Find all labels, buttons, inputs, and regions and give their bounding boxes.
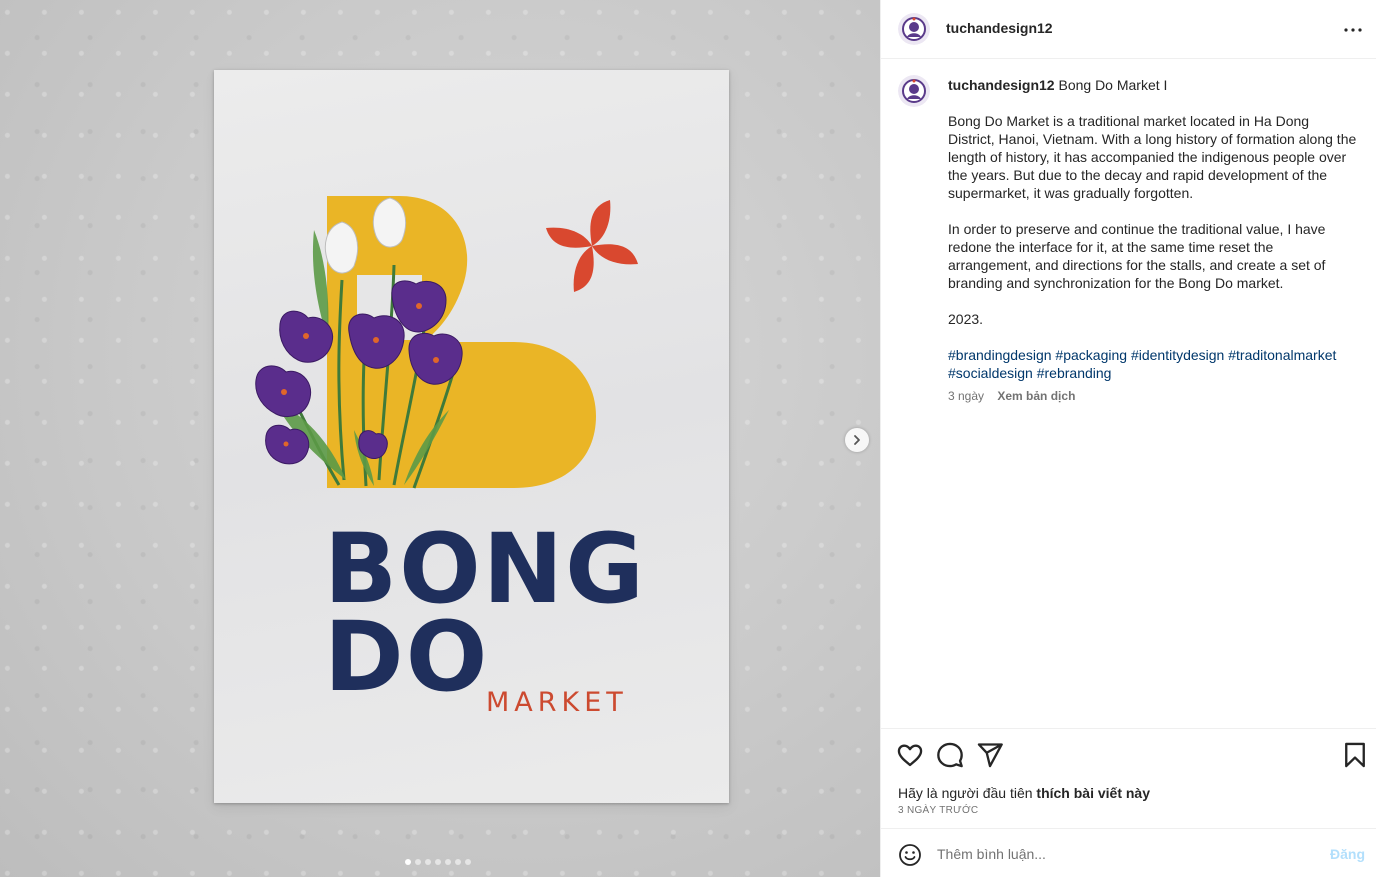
hashtag-link[interactable]: #identitydesign [1131, 347, 1224, 363]
poster-title-line-1: BONG [324, 513, 646, 625]
post-actions: Hãy là người đầu tiên thích bài viết này… [881, 728, 1376, 828]
caption-year: 2023. [948, 311, 984, 327]
caption-username[interactable]: tuchandesign12 [948, 77, 1055, 93]
avatar-image [898, 13, 930, 45]
carousel-dot [405, 859, 411, 865]
post-date[interactable]: 3 NGÀY TRƯỚC [898, 805, 978, 816]
red-flower-mark [546, 200, 638, 292]
comment-icon [937, 742, 963, 768]
poster-subtitle: MARKET [486, 687, 628, 718]
save-button[interactable] [1341, 741, 1369, 769]
send-icon [977, 743, 1003, 768]
carousel-dot [425, 859, 431, 865]
bookmark-icon [1345, 742, 1365, 768]
emoji-icon [899, 844, 921, 866]
likes-link[interactable]: thích bài viết này [1036, 785, 1150, 801]
hashtag-link[interactable]: #rebranding [1037, 365, 1112, 381]
carousel-dot [455, 859, 461, 865]
avatar-image [898, 75, 930, 107]
likes-prefix: Hãy là người đầu tiên [898, 785, 1033, 801]
caption-meta: 3 ngày Xem bản dịch [948, 389, 1075, 403]
caption-paragraph-1: Bong Do Market is a traditional market l… [948, 113, 1357, 201]
avatar[interactable] [898, 13, 930, 45]
carousel-next-button[interactable] [845, 428, 869, 452]
caption-text: tuchandesign12 Bong Do Market I Bong Do … [948, 76, 1358, 382]
hashtag-list: #brandingdesign #packaging #identitydesi… [948, 346, 1358, 382]
post-media[interactable]: BONG DO MARKET [0, 0, 880, 877]
hashtag-link[interactable]: #traditonalmarket [1228, 347, 1336, 363]
caption-section: tuchandesign12 Bong Do Market I Bong Do … [881, 59, 1376, 728]
likes-summary: Hãy là người đầu tiên thích bài viết này [898, 785, 1150, 801]
emoji-button[interactable] [898, 843, 922, 867]
poster-title: BONG DO [324, 513, 684, 705]
caption-title: Bong Do Market I [1058, 77, 1168, 93]
caption-time[interactable]: 3 ngày [948, 389, 984, 403]
hashtag-link[interactable]: #packaging [1055, 347, 1127, 363]
comment-button[interactable] [936, 741, 964, 769]
more-horizontal-icon [1344, 28, 1362, 32]
poster-image: BONG DO MARKET [214, 70, 729, 803]
post-detail-panel: tuchandesign12 tuchandesign12 Bong Do Ma… [880, 0, 1376, 877]
carousel-dot [445, 859, 451, 865]
comment-input[interactable] [937, 841, 1317, 867]
translate-link[interactable]: Xem bản dịch [997, 389, 1075, 403]
post-comment-button[interactable]: Đăng [1330, 846, 1365, 862]
comment-composer: Đăng [881, 828, 1376, 877]
more-options-button[interactable] [1341, 18, 1365, 42]
carousel-dot [435, 859, 441, 865]
share-button[interactable] [976, 741, 1004, 769]
carousel-indicators [405, 859, 471, 865]
like-button[interactable] [896, 741, 924, 769]
caption-avatar[interactable] [898, 75, 930, 107]
hashtag-link[interactable]: #brandingdesign [948, 347, 1052, 363]
carousel-dot [415, 859, 421, 865]
post-header: tuchandesign12 [881, 0, 1376, 59]
carousel-dot [465, 859, 471, 865]
header-username[interactable]: tuchandesign12 [946, 20, 1053, 36]
heart-icon [897, 744, 923, 767]
hashtag-link[interactable]: #socialdesign [948, 365, 1033, 381]
chevron-right-icon [854, 435, 860, 445]
caption-paragraph-2: In order to preserve and continue the tr… [948, 221, 1326, 291]
